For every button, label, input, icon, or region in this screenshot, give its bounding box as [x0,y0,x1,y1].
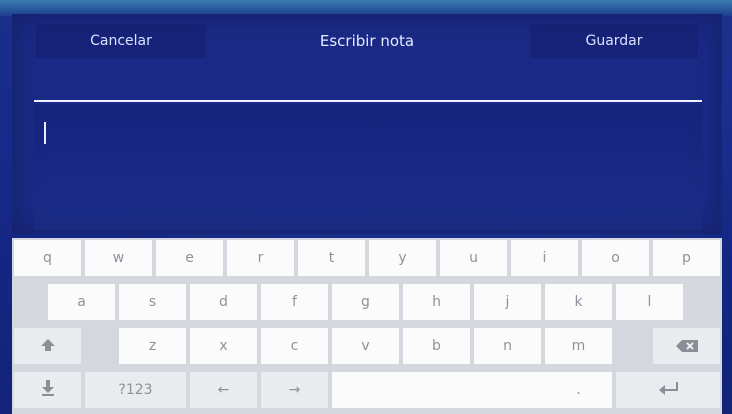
keyboard-row-2: a s d f g h j k l [12,282,722,322]
key-k[interactable]: k [545,284,612,320]
on-screen-keyboard: q w e r t y u i o p a s d f g h j k l z … [12,238,722,414]
backspace-key[interactable] [653,328,720,364]
header-bar: Cancelar Escribir nota Guardar [12,18,722,70]
save-button[interactable]: Guardar [530,24,698,58]
key-t[interactable]: t [298,240,365,276]
right-arrow-key[interactable]: → [261,372,328,408]
shift-key[interactable] [14,328,81,364]
key-m[interactable]: m [545,328,612,364]
symbols-key[interactable]: ?123 [85,372,186,408]
page-title: Escribir nota [319,32,415,50]
keyboard-row-4: ?123 ← → . [12,370,722,410]
left-arrow-key[interactable]: ← [190,372,257,408]
key-o[interactable]: o [582,240,649,276]
divider [34,100,702,102]
key-y[interactable]: y [369,240,436,276]
cancel-button[interactable]: Cancelar [36,24,206,58]
hide-keyboard-key[interactable] [14,372,81,408]
key-f[interactable]: f [261,284,328,320]
key-l[interactable]: l [616,284,683,320]
key-h[interactable]: h [403,284,470,320]
key-r[interactable]: r [227,240,294,276]
key-d[interactable]: d [190,284,257,320]
key-n[interactable]: n [474,328,541,364]
shift-icon [40,337,56,356]
key-x[interactable]: x [190,328,257,364]
key-z[interactable]: z [119,328,186,364]
key-e[interactable]: e [156,240,223,276]
hide-keyboard-icon [41,380,54,400]
keyboard-row-1: q w e r t y u i o p [12,238,722,278]
key-c[interactable]: c [261,328,328,364]
key-q[interactable]: q [14,240,81,276]
key-j[interactable]: j [474,284,541,320]
key-w[interactable]: w [85,240,152,276]
key-b[interactable]: b [403,328,470,364]
note-text-input[interactable] [34,104,702,230]
period-key[interactable]: . [545,372,612,408]
note-editor-screen: Cancelar Escribir nota Guardar q w e r t… [0,0,732,414]
text-caret [44,122,46,144]
key-p[interactable]: p [653,240,720,276]
backspace-icon [675,337,698,356]
enter-icon [657,381,679,400]
keyboard-row-3: z x c v b n m [12,326,722,366]
key-s[interactable]: s [119,284,186,320]
key-u[interactable]: u [440,240,507,276]
key-a[interactable]: a [48,284,115,320]
key-g[interactable]: g [332,284,399,320]
key-v[interactable]: v [332,328,399,364]
key-i[interactable]: i [511,240,578,276]
enter-key[interactable] [616,372,720,408]
